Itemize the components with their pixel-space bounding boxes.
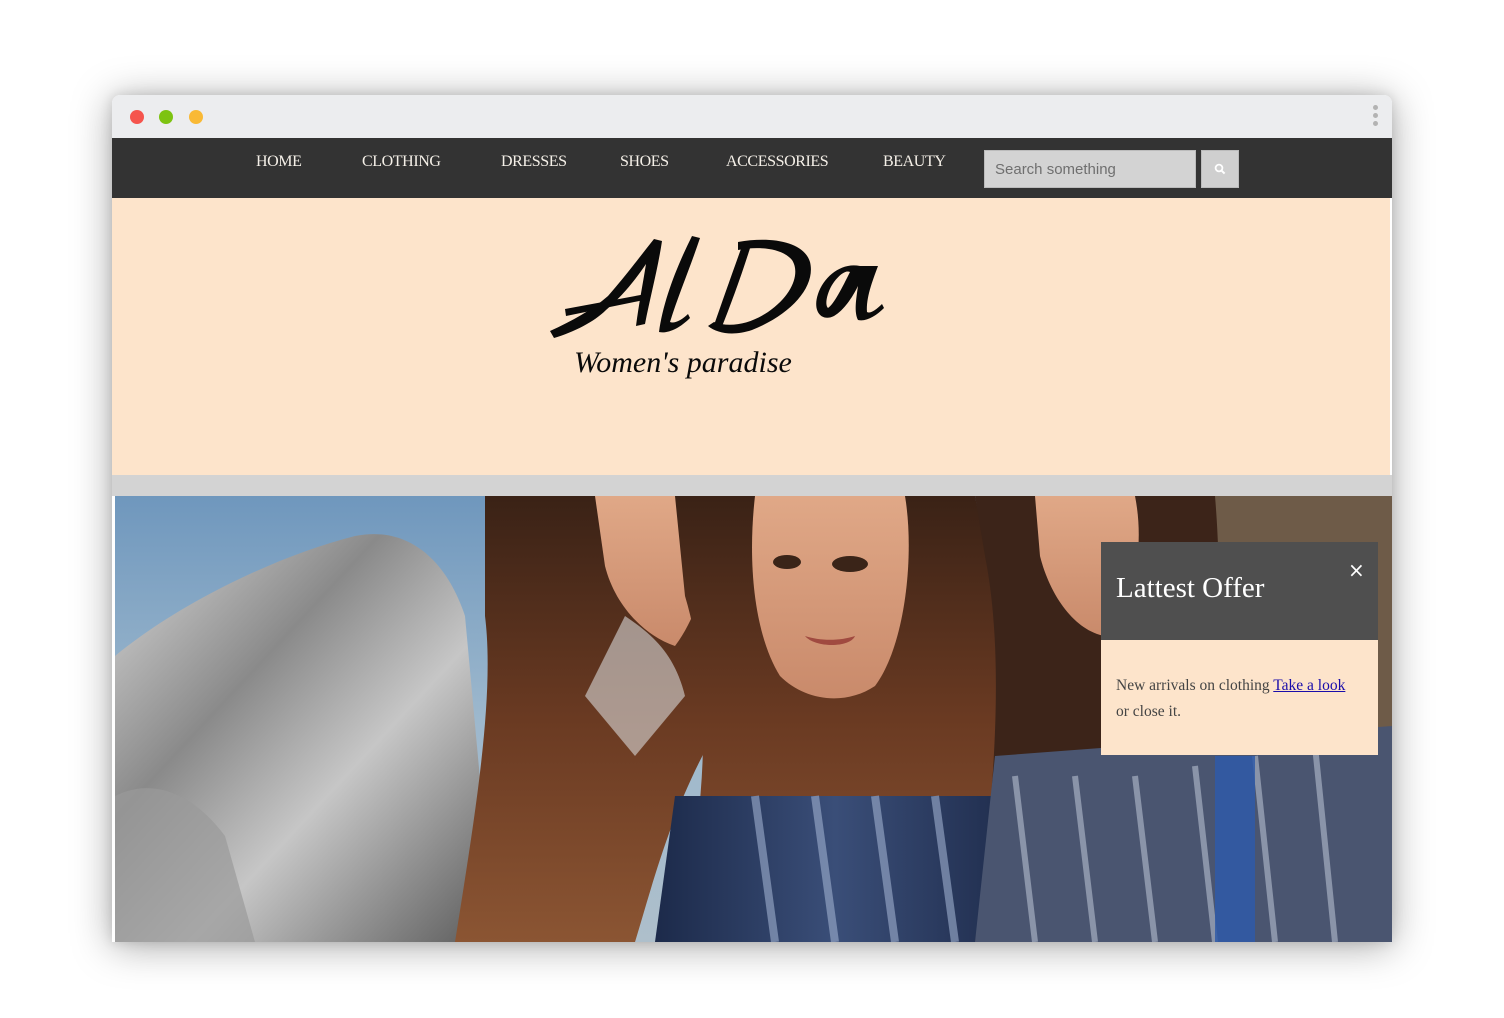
take-a-look-link[interactable]: Take a look (1273, 677, 1345, 694)
nav-beauty[interactable]: BEAUTY (883, 153, 946, 171)
close-icon[interactable]: × (1348, 560, 1365, 580)
brand-tagline: Women's paradise (574, 346, 792, 379)
offer-popup-header: Lattest Offer × (1101, 542, 1378, 640)
kebab-menu-icon[interactable] (1373, 105, 1379, 129)
nav-dresses[interactable]: DRESSES (501, 153, 567, 171)
main-navbar: HOME CLOTHING DRESSES SHOES ACCESSORIES … (112, 138, 1392, 198)
search-icon (1214, 163, 1226, 175)
maximize-window-button[interactable] (159, 110, 173, 124)
search-input[interactable] (984, 150, 1196, 188)
brand-header: Women's paradise (112, 198, 1390, 475)
minimize-window-button[interactable] (189, 110, 203, 124)
offer-tail-text: or close it. (1116, 703, 1181, 720)
offer-title: Lattest Offer (1116, 572, 1265, 604)
nav-home[interactable]: HOME (256, 153, 302, 171)
offer-body-text: New arrivals on clothing (1116, 677, 1274, 694)
offer-popup: Lattest Offer × New arrivals on clothing… (1101, 542, 1378, 755)
nav-accessories[interactable]: ACCESSORIES (726, 153, 829, 171)
hero-image: Lattest Offer × New arrivals on clothing… (115, 496, 1392, 942)
alda-logo[interactable]: Women's paradise (542, 228, 922, 428)
nav-shoes[interactable]: SHOES (620, 153, 669, 171)
header-divider (112, 475, 1392, 496)
nav-clothing[interactable]: CLOTHING (362, 153, 441, 171)
search-button[interactable] (1201, 150, 1239, 188)
browser-window: HOME CLOTHING DRESSES SHOES ACCESSORIES … (112, 95, 1392, 942)
close-window-button[interactable] (130, 110, 144, 124)
browser-chrome (112, 95, 1392, 138)
offer-popup-body: New arrivals on clothing Take a look or … (1101, 640, 1378, 755)
